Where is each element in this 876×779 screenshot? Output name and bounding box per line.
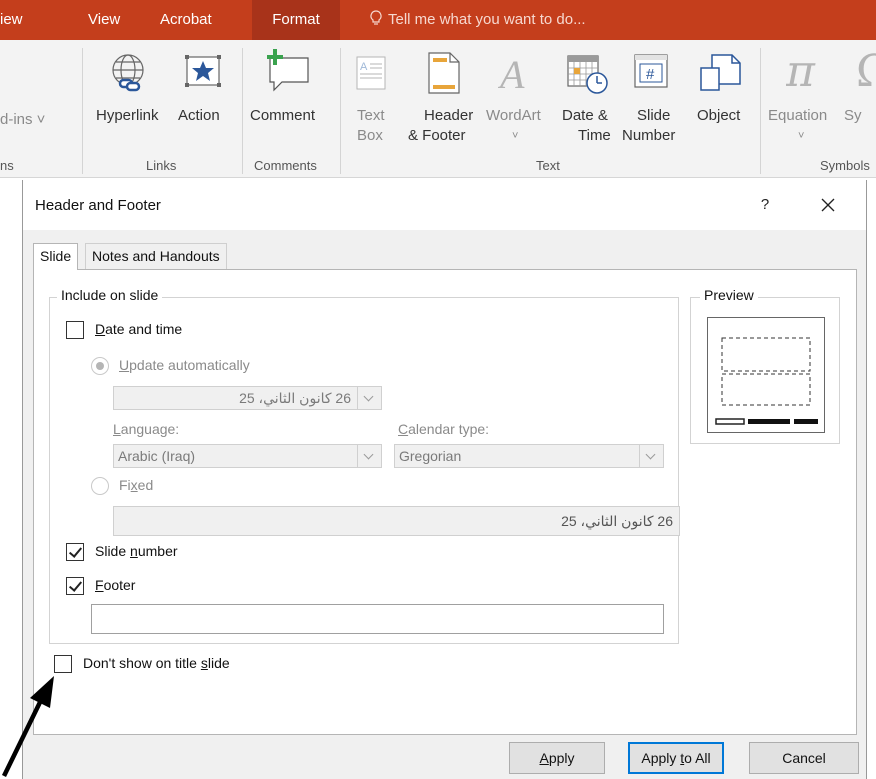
tab-review[interactable]: iew [0, 0, 23, 40]
fixed-date-field[interactable]: 26 كانون الثاني، 25 [113, 506, 680, 536]
object-button[interactable]: Object [697, 106, 740, 126]
group-label-text: Text [536, 158, 560, 173]
language-label: Language: [113, 421, 180, 437]
annotation-arrow-icon [1, 676, 54, 777]
calendar-type-value: Gregorian [399, 448, 462, 464]
textbox-button-line1[interactable]: Text [357, 106, 385, 126]
textbox-button-line2[interactable]: Box [357, 126, 383, 146]
include-on-slide-legend: Include on slide [57, 287, 163, 303]
close-icon[interactable] [813, 192, 843, 218]
chevron-down-icon [639, 445, 663, 467]
dont-show-on-title-slide-checkbox[interactable] [54, 655, 72, 673]
dont-show-on-title-slide-label: Don't show on title slide [83, 655, 230, 671]
tell-me-search[interactable]: Tell me what you want to do... [370, 0, 586, 40]
wordart-dropdown-icon[interactable]: ˅ [512, 126, 518, 146]
header-footer-dialog: Header and Footer ? Slide Notes and Hand… [22, 180, 867, 779]
tab-slide[interactable]: Slide [33, 243, 79, 270]
action-button[interactable]: Action [178, 106, 220, 126]
svg-text:A: A [498, 52, 525, 92]
group-divider [760, 48, 761, 174]
chevron-down-icon [357, 387, 381, 409]
preview-thumbnail [707, 317, 825, 433]
preview-legend: Preview [700, 287, 758, 303]
group-label-comments: Comments [254, 158, 317, 173]
svg-text:A: A [360, 61, 368, 73]
chevron-down-icon [357, 445, 381, 467]
fixed-label: Fixed [119, 477, 154, 493]
group-label-symbols: Symbols [820, 158, 870, 173]
dialog-title: Header and Footer [35, 197, 161, 214]
dialog-titlebar: Header and Footer ? [23, 180, 866, 230]
help-button[interactable]: ? [753, 192, 777, 218]
footer-text-input[interactable] [91, 604, 664, 634]
svg-text:#: # [646, 66, 655, 83]
wordart-icon[interactable]: A [498, 52, 534, 92]
addins-button-label[interactable]: d-ins ˅ [0, 110, 45, 130]
group-label-links: Links [146, 158, 177, 173]
date-and-time-checkbox[interactable] [66, 321, 84, 339]
date-time-icon[interactable] [566, 52, 608, 96]
footer-checkbox[interactable] [66, 577, 84, 595]
apply-to-all-button[interactable]: Apply to All [628, 742, 724, 774]
group-divider [82, 48, 83, 174]
object-icon[interactable] [700, 54, 742, 92]
svg-text:π: π [786, 50, 816, 94]
comment-icon[interactable] [264, 48, 314, 92]
header-footer-button-line2[interactable]: & Footer [408, 126, 466, 146]
date-format-dropdown[interactable]: 26 كانون الثاني، 25 [113, 386, 382, 410]
update-automatically-radio[interactable] [91, 357, 109, 375]
date-time-button-line2[interactable]: Time [578, 126, 611, 146]
comment-button[interactable]: Comment [250, 106, 315, 126]
pi-equation-icon[interactable]: π [786, 50, 832, 94]
calendar-type-label: Calendar type: [398, 421, 490, 437]
slide-number-icon[interactable]: # [634, 54, 668, 88]
ribbon-panel: d-ins ˅ ns Hyperlink Action Links Commen… [0, 40, 876, 178]
apply-button[interactable]: Apply [509, 742, 605, 774]
date-format-value: 26 كانون الثاني، 25 [239, 390, 351, 406]
group-label-addins: ns [0, 158, 14, 173]
slide-number-label: Slide number [95, 543, 178, 559]
lightbulb-icon [370, 10, 382, 25]
symbol-button[interactable]: Sy [844, 106, 862, 126]
fixed-radio[interactable] [91, 477, 109, 495]
action-icon[interactable] [184, 54, 222, 88]
date-time-button-line1[interactable]: Date & [562, 106, 608, 126]
calendar-type-dropdown[interactable]: Gregorian [394, 444, 664, 468]
symbol-icon[interactable]: Ω [856, 50, 876, 94]
equation-button[interactable]: Equation [768, 106, 827, 126]
slide-number-button-line1[interactable]: Slide [637, 106, 670, 126]
language-dropdown[interactable]: Arabic (Iraq) [113, 444, 382, 468]
tab-format[interactable]: Format [252, 0, 340, 40]
equation-dropdown-icon[interactable]: ˅ [798, 126, 804, 146]
header-footer-icon[interactable] [428, 52, 460, 94]
date-and-time-label: Date and time [95, 321, 183, 337]
footer-label: Footer [95, 577, 136, 593]
textbox-icon[interactable]: A [356, 56, 386, 90]
group-divider [242, 48, 243, 174]
tab-view[interactable]: View [88, 0, 120, 40]
tab-acrobat[interactable]: Acrobat [160, 0, 212, 40]
wordart-button[interactable]: WordArt [486, 106, 541, 126]
cancel-button[interactable]: Cancel [749, 742, 859, 774]
language-value: Arabic (Iraq) [118, 448, 196, 464]
header-footer-button-line1[interactable]: Header [424, 106, 473, 126]
hyperlink-icon[interactable] [108, 52, 148, 94]
svg-text:Ω: Ω [856, 50, 876, 94]
hyperlink-button[interactable]: Hyperlink [96, 106, 159, 126]
ribbon-tab-bar: iew View Acrobat Format Tell me what you… [0, 0, 876, 40]
tab-notes-and-handouts[interactable]: Notes and Handouts [85, 243, 227, 269]
tell-me-text: Tell me what you want to do... [388, 11, 586, 28]
slide-number-button-line2[interactable]: Number [622, 126, 675, 146]
include-on-slide-group [49, 297, 679, 644]
group-divider [340, 48, 341, 174]
slide-number-checkbox[interactable] [66, 543, 84, 561]
update-automatically-label: Update automatically [119, 357, 250, 373]
